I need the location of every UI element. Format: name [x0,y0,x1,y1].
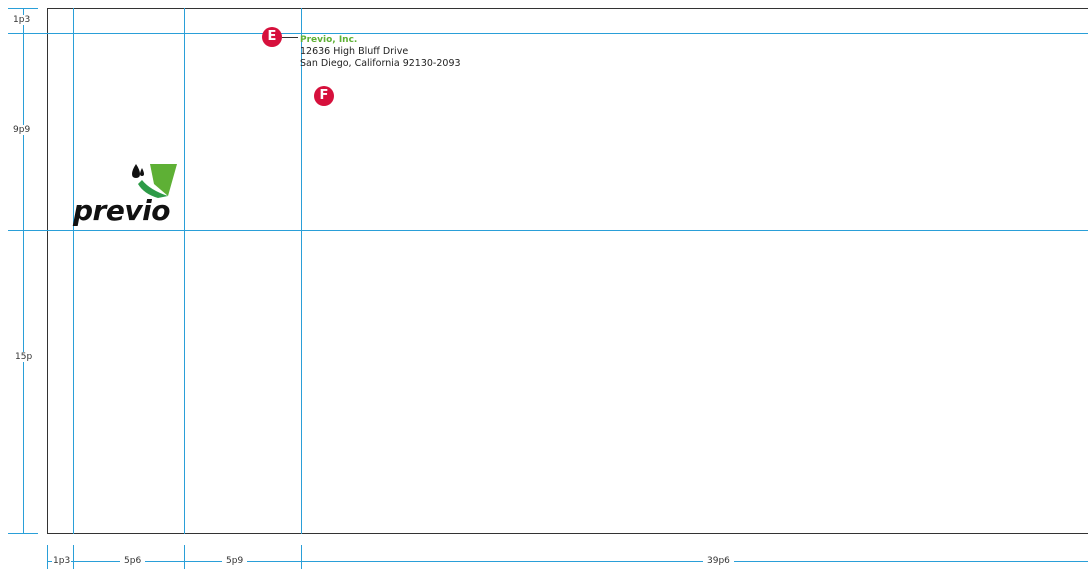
address-city-line: San Diego, California 92130-2093 [300,58,461,69]
address-company: Previo, Inc. [300,35,358,45]
dim-tick [47,545,48,569]
envelope-frame [47,8,1088,534]
dim-label-9p9: 9p9 [12,125,32,135]
dim-ruler-horizontal [47,561,1088,562]
guide-line-horizontal-top-margin [8,33,1088,34]
dim-tick [184,545,185,569]
marker-e: E [262,27,282,47]
dim-label-15p: 15p [14,352,34,362]
return-address: Previo, Inc. 12636 High Bluff Drive San … [300,34,461,70]
dim-tick [301,545,302,569]
dim-label-1p3-horizontal: 1p3 [52,556,72,566]
dim-label-39p6: 39p6 [703,556,734,566]
address-street: 12636 High Bluff Drive [300,46,409,57]
guide-line-vertical-logo-right [184,8,185,534]
dim-label-1p3-vertical: 1p3 [12,15,32,25]
dim-label-5p6: 5p6 [120,556,146,566]
dim-ruler-vertical [23,8,24,534]
guide-line-horizontal-logo-base [8,230,1088,231]
marker-f: F [314,86,334,106]
logo-drop [132,164,140,178]
marker-e-leader [282,37,298,38]
guide-line-vertical-left-margin [73,8,74,534]
guide-line-vertical-address [301,8,302,534]
dim-label-5p9: 5p9 [222,556,248,566]
logo-wordmark: previo [73,194,170,227]
logo-drop-small [140,168,144,176]
dim-tick [73,545,74,569]
